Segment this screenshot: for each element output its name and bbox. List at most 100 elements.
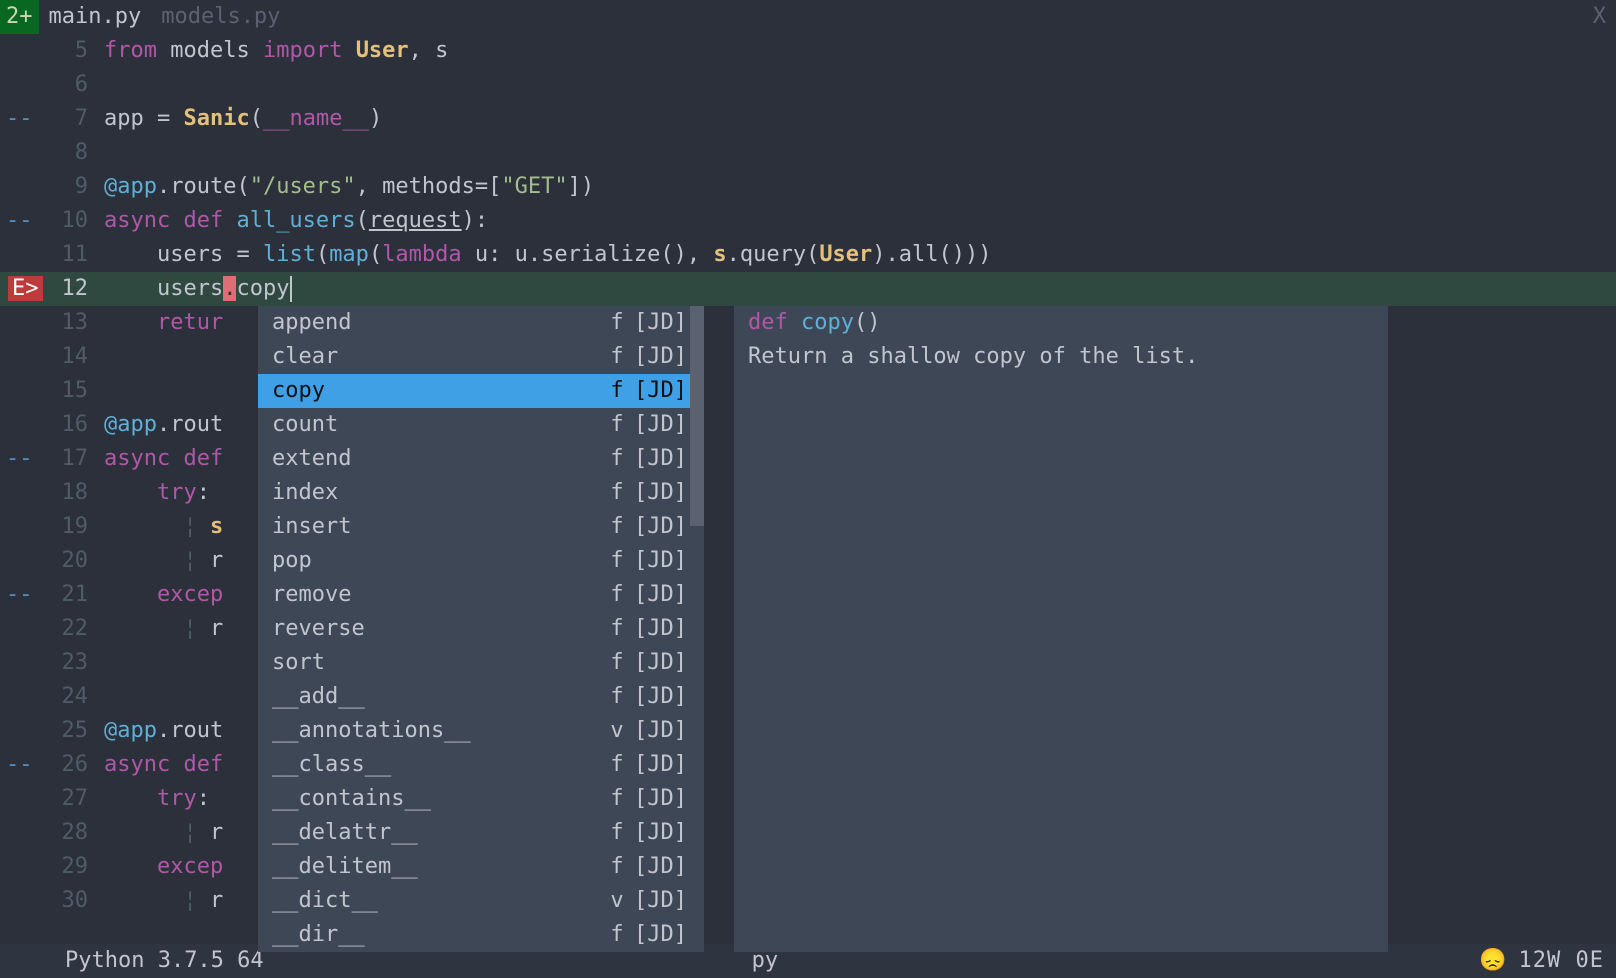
status-diagnostics: 12W 0E <box>1519 944 1604 978</box>
status-mood-icon: 😞 <box>1479 944 1506 978</box>
completion-source: [JD] <box>634 544 704 578</box>
completion-scrollbar[interactable] <box>690 306 704 526</box>
line-number: 20 <box>44 544 104 578</box>
tab-modified-indicator: 2+ <box>0 0 39 34</box>
completion-item[interactable]: __delattr__f[JD] <box>258 816 704 850</box>
completion-docstring: Return a shallow copy of the list. <box>748 340 1374 374</box>
completion-item[interactable]: sortf[JD] <box>258 646 704 680</box>
completion-kind: f <box>600 680 634 714</box>
line-number: 29 <box>44 850 104 884</box>
completion-name: __annotations__ <box>272 714 600 748</box>
code-line[interactable]: --10async def all_users(request): <box>0 204 1616 238</box>
code-line[interactable]: 6 <box>0 68 1616 102</box>
completion-list[interactable]: appendf[JD]clearf[JD]copyf[JD]countf[JD]… <box>258 306 704 952</box>
completion-kind: f <box>600 612 634 646</box>
completion-name: __dir__ <box>272 918 600 952</box>
completion-kind: f <box>600 510 634 544</box>
code-line[interactable]: 11 users = list(map(lambda u: u.serializ… <box>0 238 1616 272</box>
completion-name: __add__ <box>272 680 600 714</box>
completion-item[interactable]: __dict__v[JD] <box>258 884 704 918</box>
completion-item[interactable]: __add__f[JD] <box>258 680 704 714</box>
completion-source: [JD] <box>634 782 704 816</box>
completion-name: extend <box>272 442 600 476</box>
completion-kind: f <box>600 816 634 850</box>
code-text: users = list(map(lambda u: u.serialize()… <box>104 238 1616 272</box>
line-number: 23 <box>44 646 104 680</box>
completion-item[interactable]: copyf[JD] <box>258 374 704 408</box>
tab-models-py[interactable]: models.py <box>151 0 290 34</box>
completion-kind: v <box>600 714 634 748</box>
code-line[interactable]: 8 <box>0 136 1616 170</box>
completion-source: [JD] <box>634 612 704 646</box>
line-number: 19 <box>44 510 104 544</box>
completion-name: pop <box>272 544 600 578</box>
line-number: 27 <box>44 782 104 816</box>
line-number: 13 <box>44 306 104 340</box>
code-line[interactable]: --7app = Sanic(__name__) <box>0 102 1616 136</box>
completion-source: [JD] <box>634 646 704 680</box>
completion-item[interactable]: countf[JD] <box>258 408 704 442</box>
line-number: 25 <box>44 714 104 748</box>
code-text: users.copy <box>104 272 1616 306</box>
completion-item[interactable]: __dir__f[JD] <box>258 918 704 952</box>
completion-item[interactable]: extendf[JD] <box>258 442 704 476</box>
completion-name: copy <box>272 374 600 408</box>
completion-kind: f <box>600 646 634 680</box>
completion-name: sort <box>272 646 600 680</box>
completion-item[interactable]: popf[JD] <box>258 544 704 578</box>
completion-name: index <box>272 476 600 510</box>
code-line[interactable]: 9@app.route("/users", methods=["GET"]) <box>0 170 1616 204</box>
completion-item[interactable]: __contains__f[JD] <box>258 782 704 816</box>
completion-kind: f <box>600 374 634 408</box>
completion-kind: f <box>600 918 634 952</box>
completion-name: __delitem__ <box>272 850 600 884</box>
completion-item[interactable]: indexf[JD] <box>258 476 704 510</box>
line-number: 12 <box>44 272 104 306</box>
completion-kind: f <box>600 544 634 578</box>
code-line[interactable]: E>12 users.copy <box>0 272 1616 306</box>
completion-kind: f <box>600 850 634 884</box>
completion-signature: def copy() <box>748 306 1374 340</box>
completion-name: __delattr__ <box>272 816 600 850</box>
completion-source: [JD] <box>634 884 704 918</box>
completion-name: count <box>272 408 600 442</box>
completion-item[interactable]: insertf[JD] <box>258 510 704 544</box>
completion-doc-panel: def copy() Return a shallow copy of the … <box>734 306 1388 952</box>
completion-item[interactable]: __annotations__v[JD] <box>258 714 704 748</box>
text-cursor <box>290 276 292 302</box>
code-text: app = Sanic(__name__) <box>104 102 1616 136</box>
completion-item[interactable]: appendf[JD] <box>258 306 704 340</box>
completion-item[interactable]: __class__f[JD] <box>258 748 704 782</box>
close-icon[interactable]: X <box>1593 0 1606 34</box>
completion-kind: f <box>600 578 634 612</box>
completion-item[interactable]: reversef[JD] <box>258 612 704 646</box>
completion-source: [JD] <box>634 918 704 952</box>
completion-kind: f <box>600 306 634 340</box>
line-number: 8 <box>44 136 104 170</box>
completion-item[interactable]: removef[JD] <box>258 578 704 612</box>
code-text: async def all_users(request): <box>104 204 1616 238</box>
completion-name: __contains__ <box>272 782 600 816</box>
line-number: 14 <box>44 340 104 374</box>
line-number: 16 <box>44 408 104 442</box>
completion-item[interactable]: clearf[JD] <box>258 340 704 374</box>
sign-column: -- <box>0 204 44 238</box>
tab-main-py[interactable]: main.py <box>39 0 152 34</box>
completion-source: [JD] <box>634 748 704 782</box>
completion-source: [JD] <box>634 816 704 850</box>
completion-kind: f <box>600 748 634 782</box>
editor-pane[interactable]: 5from models import User, s6--7app = San… <box>0 34 1616 944</box>
completion-kind: f <box>600 408 634 442</box>
completion-item[interactable]: __delitem__f[JD] <box>258 850 704 884</box>
line-number: 11 <box>44 238 104 272</box>
error-sign: E> <box>8 276 43 301</box>
line-number: 7 <box>44 102 104 136</box>
completion-kind: f <box>600 782 634 816</box>
completion-source: [JD] <box>634 578 704 612</box>
code-line[interactable]: 5from models import User, s <box>0 34 1616 68</box>
sign-column: E> <box>0 272 44 306</box>
line-number: 9 <box>44 170 104 204</box>
completion-name: remove <box>272 578 600 612</box>
line-number: 28 <box>44 816 104 850</box>
completion-kind: f <box>600 476 634 510</box>
